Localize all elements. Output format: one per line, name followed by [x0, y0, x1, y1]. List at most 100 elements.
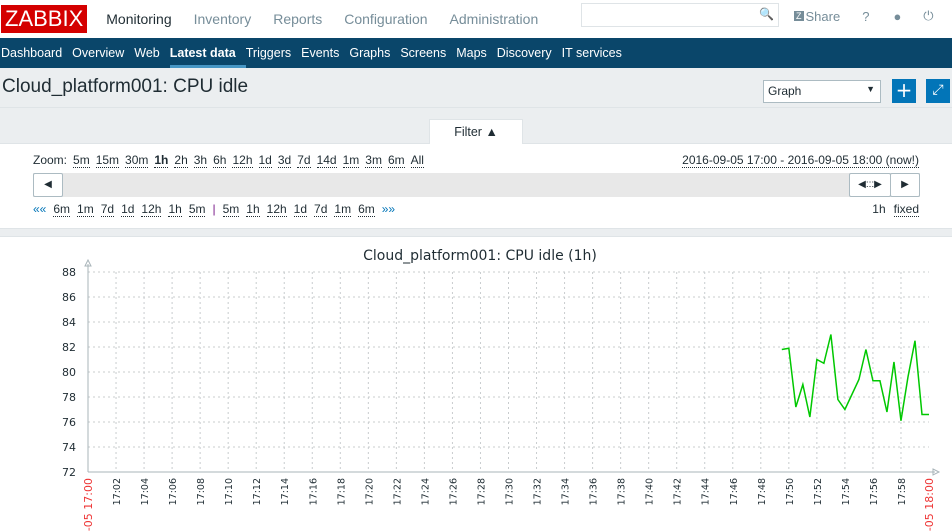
y-tick-label: 82 — [62, 341, 76, 354]
x-tick-label: 17:34 — [561, 478, 572, 505]
y-tick-label: 80 — [62, 366, 76, 379]
scroll-handle[interactable]: ◀:::▶ — [849, 173, 891, 197]
zoom-link-1d[interactable]: 1d — [258, 153, 272, 168]
x-tick-label: 17:18 — [336, 478, 347, 505]
sub-nav-item-graphs[interactable]: Graphs — [349, 38, 400, 68]
nav-separator: | — [212, 202, 216, 216]
nav-back-1h[interactable]: 1h — [168, 202, 182, 217]
x-tick-label: 17:36 — [589, 478, 600, 505]
x-tick-label: 17:30 — [505, 478, 516, 505]
chevron-down-icon: ▼ — [866, 84, 875, 94]
sub-nav-item-maps[interactable]: Maps — [456, 38, 497, 68]
main-nav-item-monitoring[interactable]: Monitoring — [95, 11, 182, 27]
scroll-left-button[interactable]: ◀ — [33, 173, 63, 197]
zoom-link-1m[interactable]: 1m — [342, 153, 360, 168]
search-input[interactable]: 🔍 — [581, 3, 779, 27]
zoom-link-1h[interactable]: 1h — [154, 153, 169, 168]
x-tick-label: 17:22 — [392, 478, 403, 505]
y-tick-label: 72 — [62, 466, 76, 479]
nav-back-1d[interactable]: 1d — [121, 202, 135, 217]
page-title: Cloud_platform001: CPU idle — [2, 76, 249, 97]
sub-nav-item-overview[interactable]: Overview — [72, 38, 134, 68]
navigation-links: «« 6m 1m 7d 1d 12h 1h 5m | 5m 1h 12h 1d 7d 1m 6m »» — [33, 202, 395, 217]
nav-forward-5m[interactable]: 5m — [222, 202, 240, 217]
y-tick-label: 86 — [62, 291, 76, 304]
y-tick-label: 76 — [62, 416, 76, 429]
nav-forward-7d[interactable]: 7d — [314, 202, 328, 217]
nav-forward-1h[interactable]: 1h — [246, 202, 260, 217]
help-button[interactable]: ? — [862, 9, 869, 24]
x-tick-label: 17:48 — [757, 478, 768, 505]
nav-forward-1m[interactable]: 1m — [334, 202, 352, 217]
sub-nav-item-screens[interactable]: Screens — [400, 38, 456, 68]
add-to-favourites-button[interactable]: + — [892, 79, 916, 103]
zoom-link-30m[interactable]: 30m — [125, 153, 149, 168]
power-icon[interactable]: ⏻ — [923, 8, 933, 24]
main-nav-item-administration[interactable]: Administration — [439, 11, 550, 27]
nav-back-all[interactable]: «« — [33, 202, 46, 217]
y-tick-label: 88 — [62, 266, 76, 279]
x-tick-label: 17:16 — [308, 478, 319, 505]
x-tick-label: 17:08 — [196, 478, 207, 505]
x-tick-label: 17:14 — [280, 478, 291, 505]
nav-back-12h[interactable]: 12h — [141, 202, 162, 217]
x-tick-label: 17:42 — [673, 478, 684, 505]
zoom-link-6h[interactable]: 6h — [213, 153, 227, 168]
x-tick-label: 17:46 — [729, 478, 740, 505]
main-nav-item-reports[interactable]: Reports — [262, 11, 333, 27]
zoom-link-3h[interactable]: 3h — [193, 153, 208, 168]
y-tick-label: 74 — [62, 441, 76, 454]
nav-back-6m[interactable]: 6m — [53, 202, 71, 217]
zoom-link-3d[interactable]: 3d — [277, 153, 292, 168]
nav-back-7d[interactable]: 7d — [100, 202, 115, 217]
share-button[interactable]: Share — [806, 9, 841, 24]
zoom-link-14d[interactable]: 14d — [316, 153, 337, 168]
zabbix-logo[interactable]: ZABBIX — [1, 5, 88, 33]
zoom-link-5m[interactable]: 5m — [73, 153, 90, 168]
sub-nav-item-latest-data[interactable]: Latest data — [169, 38, 246, 68]
nav-forward-12h[interactable]: 12h — [266, 202, 287, 217]
zoom-link-15m[interactable]: 15m — [95, 153, 120, 168]
x-tick-label: 17:02 — [112, 478, 123, 505]
sub-nav-item-events[interactable]: Events — [301, 38, 349, 68]
x-tick-label: 17:54 — [841, 478, 852, 505]
nav-forward-1d[interactable]: 1d — [293, 202, 308, 217]
zoom-link-3m[interactable]: 3m — [365, 153, 382, 168]
zoom-link-12h[interactable]: 12h — [232, 153, 253, 168]
time-range-link[interactable]: 2016-09-05 17:00 - 2016-09-05 18:00 (now… — [682, 153, 919, 168]
search-icon[interactable]: 🔍 — [759, 7, 774, 21]
zoom-link-6m[interactable]: 6m — [387, 153, 405, 168]
scroll-right-button[interactable]: ▶ — [890, 173, 920, 197]
fullscreen-button[interactable]: ⤢ — [926, 79, 950, 103]
x-tick-label: -05 18:00 — [923, 478, 936, 531]
nav-back-1m[interactable]: 1m — [77, 202, 94, 217]
zoom-link-All[interactable]: All — [410, 153, 424, 168]
sub-nav-item-it-services[interactable]: IT services — [562, 38, 632, 68]
cpu-idle-chart: Cloud_platform001: CPU idle (1h) 72 74 76 78… — [62, 248, 941, 531]
x-tick-label: 17:04 — [140, 478, 151, 505]
sub-nav-item-triggers[interactable]: Triggers — [246, 38, 301, 68]
main-nav-item-inventory[interactable]: Inventory — [183, 11, 263, 27]
user-icon[interactable]: ● — [893, 9, 901, 24]
sub-nav-item-discovery[interactable]: Discovery — [497, 38, 562, 68]
zoom-link-2h[interactable]: 2h — [174, 153, 188, 168]
main-nav-item-configuration[interactable]: Configuration — [333, 11, 438, 27]
nav-forward-6m[interactable]: 6m — [358, 202, 375, 217]
share-icon[interactable]: Z — [794, 11, 804, 21]
filter-panel: Zoom: 5m 15m 30m 1h 2h 3h 6h 12h 1d 3d 7d 14d 1m 3m 6m A… — [0, 119, 952, 229]
fixed-toggle[interactable]: fixed — [893, 202, 919, 217]
zoom-links: Zoom: 5m 15m 30m 1h 2h 3h 6h 12h 1d 3d 7d 14d 1m 3m 6m A… — [33, 153, 424, 168]
nav-forward-all[interactable]: »» — [382, 202, 395, 217]
view-select[interactable]: Graph ▼ — [763, 80, 881, 103]
zoom-link-7d[interactable]: 7d — [297, 153, 311, 168]
sub-nav-item-dashboard[interactable]: Dashboard — [0, 38, 72, 68]
x-tick-label: 17:50 — [785, 478, 796, 505]
x-tick-label: 17:24 — [420, 478, 431, 505]
sub-nav-item-web[interactable]: Web — [134, 38, 169, 68]
timeline-scrollbar[interactable]: ◀ ◀:::▶ ▶ — [33, 173, 920, 197]
x-tick-label: 17:32 — [533, 478, 544, 505]
nav-back-5m[interactable]: 5m — [188, 202, 206, 217]
filter-tab[interactable]: Filter ▲ — [429, 119, 523, 144]
chart-title: Cloud_platform001: CPU idle (1h) — [363, 248, 597, 264]
x-tick-label: 17:06 — [168, 478, 179, 505]
